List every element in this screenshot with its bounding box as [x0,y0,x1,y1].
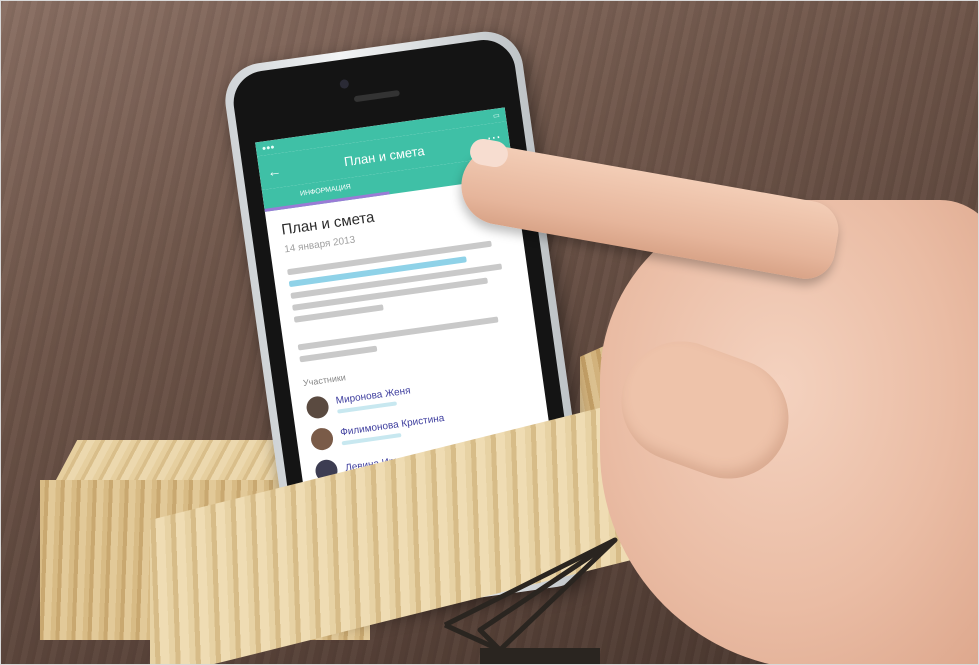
signal-icon: ●●● [261,143,276,153]
battery-icon: ▭ [492,112,501,121]
earpiece [353,89,401,103]
screen-title: План и смета [342,142,426,169]
photo-scene: ●●● ▭ ← План и смета ⋯ ИНФОРМАЦИЯ План и… [0,0,979,665]
avatar [305,394,331,420]
tab-info-label: ИНФОРМАЦИЯ [299,183,352,198]
avatar [309,426,335,452]
front-camera [339,78,350,90]
paper-plane-logo-icon [443,537,618,665]
back-arrow-icon[interactable]: ← [266,162,282,180]
